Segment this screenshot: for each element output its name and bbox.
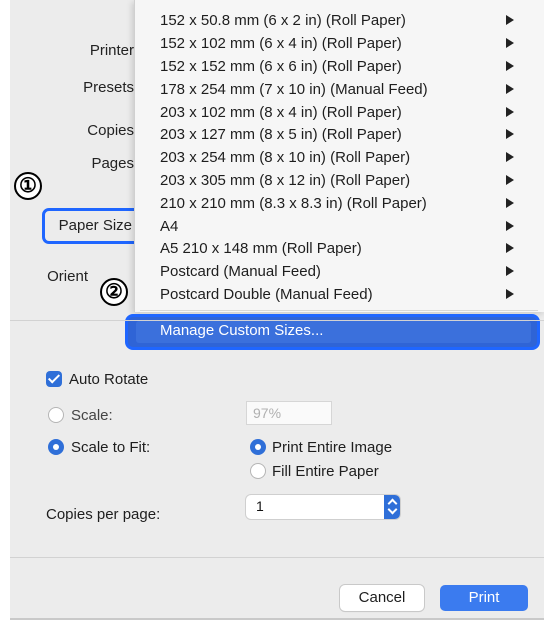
fill-entire-paper-radio[interactable] [250, 463, 266, 479]
copies-per-page-select[interactable]: 1 [246, 495, 400, 519]
callout-2: ② [100, 278, 128, 306]
chevron-right-icon [506, 129, 514, 139]
manage-custom-sizes-label[interactable]: Manage Custom Sizes... [160, 322, 323, 339]
menu-item-paper-11[interactable]: A5 210 x 148 mm (Roll Paper) [160, 240, 362, 262]
chevron-right-icon [506, 61, 514, 71]
menu-item-paper-6[interactable]: 203 x 127 mm (8 x 5 in) (Roll Paper) [160, 126, 402, 148]
chevron-right-icon [506, 38, 514, 48]
cancel-button[interactable]: Cancel [340, 585, 424, 611]
dialog-border [10, 618, 544, 620]
scale-label: Scale: [71, 407, 113, 424]
scale-input[interactable]: 97% [246, 401, 332, 425]
print-entire-image-radio[interactable] [250, 439, 266, 455]
chevron-right-icon [506, 152, 514, 162]
menu-item-paper-9[interactable]: 210 x 210 mm (8.3 x 8.3 in) (Roll Paper) [160, 195, 427, 217]
copies-per-page-value: 1 [256, 498, 264, 514]
scale-to-fit-label: Scale to Fit: [71, 439, 151, 456]
callout-1: ① [14, 172, 42, 200]
menu-item-paper-4[interactable]: 178 x 254 mm (7 x 10 in) (Manual Feed) [160, 81, 428, 103]
chevron-right-icon [506, 266, 514, 276]
menu-item-paper-13[interactable]: Postcard Double (Manual Feed) [160, 286, 373, 308]
chevron-right-icon [506, 243, 514, 253]
scale-to-fit-radio[interactable] [48, 439, 64, 455]
menu-item-paper-3[interactable]: 152 x 152 mm (6 x 6 in) (Roll Paper) [160, 58, 402, 80]
menu-item-paper-2[interactable]: 152 x 102 mm (6 x 4 in) (Roll Paper) [160, 35, 402, 57]
chevron-right-icon [506, 221, 514, 231]
chevron-right-icon [506, 289, 514, 299]
chevron-right-icon [506, 84, 514, 94]
scale-radio[interactable] [48, 407, 64, 423]
presets-label: Presets [83, 79, 134, 96]
section-divider [10, 320, 544, 321]
auto-rotate-checkbox[interactable] [46, 371, 62, 387]
menu-item-paper-5[interactable]: 203 x 102 mm (8 x 4 in) (Roll Paper) [160, 104, 402, 126]
menu-separator [140, 310, 538, 311]
chevron-right-icon [506, 107, 514, 117]
copies-label: Copies [87, 122, 134, 139]
footer-divider [10, 557, 544, 558]
orientation-label: Orient [47, 268, 88, 285]
copies-per-page-label: Copies per page: [46, 506, 161, 523]
menu-item-paper-1[interactable]: 152 x 50.8 mm (6 x 2 in) (Roll Paper) [160, 12, 406, 34]
pages-label: Pages [91, 155, 134, 172]
print-entire-image-label: Print Entire Image [272, 439, 393, 456]
chevron-right-icon [506, 15, 514, 25]
paper-size-label[interactable]: Paper Size [59, 217, 132, 234]
chevron-right-icon [506, 198, 514, 208]
print-button[interactable]: Print [440, 585, 528, 611]
auto-rotate-label: Auto Rotate [69, 371, 149, 388]
printer-label: Printer [89, 42, 134, 59]
menu-item-paper-12[interactable]: Postcard (Manual Feed) [160, 263, 321, 285]
fill-entire-paper-label: Fill Entire Paper [272, 463, 379, 480]
menu-item-paper-10[interactable]: A4 [160, 218, 178, 240]
chevron-right-icon [506, 175, 514, 185]
menu-item-paper-7[interactable]: 203 x 254 mm (8 x 10 in) (Roll Paper) [160, 149, 410, 171]
stepper-icon[interactable] [384, 495, 400, 519]
menu-item-paper-8[interactable]: 203 x 305 mm (8 x 12 in) (Roll Paper) [160, 172, 410, 194]
